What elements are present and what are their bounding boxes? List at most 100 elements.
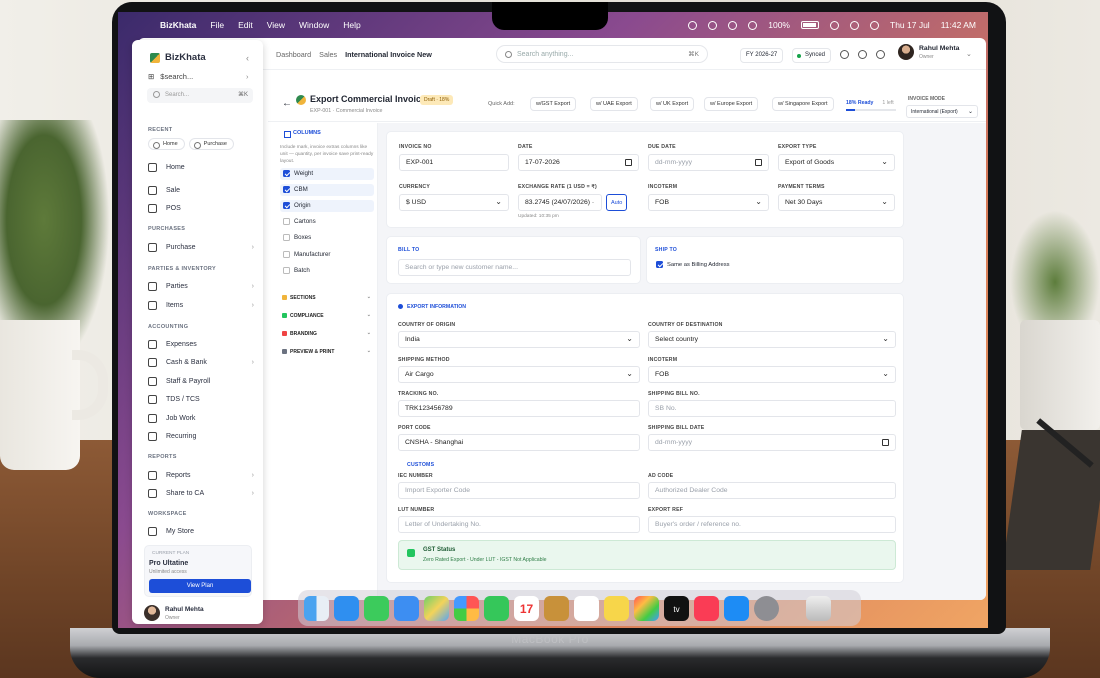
notes-icon[interactable]	[604, 595, 629, 621]
sidebar-item-items[interactable]: Items ›	[148, 298, 256, 312]
menu-app-name[interactable]: BizKhata	[160, 20, 196, 30]
column-option-cbm[interactable]: CBM	[280, 184, 374, 196]
shipping-bill-date-input[interactable]: dd-mm-yyyy	[648, 434, 896, 451]
back-arrow-icon[interactable]: ←	[282, 98, 292, 109]
checkbox[interactable]	[283, 251, 290, 258]
checkbox[interactable]	[656, 261, 663, 268]
calendar-icon[interactable]	[882, 439, 889, 446]
facetime-icon[interactable]	[484, 595, 509, 621]
quick-add-uae-export[interactable]: w/ UAE Export	[590, 97, 638, 111]
column-option-weight[interactable]: Weight	[280, 168, 374, 180]
checkbox[interactable]	[283, 170, 290, 177]
sidebar-item-purchase[interactable]: Purchase ›	[148, 240, 256, 254]
sidebar-item-my-store[interactable]: My Store	[148, 524, 256, 538]
trash-icon[interactable]	[806, 595, 831, 621]
sidebar-item-home[interactable]: Home	[148, 160, 256, 174]
clock-icon[interactable]	[728, 20, 738, 30]
global-search-input[interactable]: Search anything... ⌘K	[496, 45, 708, 63]
brightness-icon[interactable]	[688, 20, 698, 30]
control-center-icon[interactable]	[870, 20, 879, 30]
safari-icon[interactable]	[334, 595, 359, 621]
checkbox[interactable]	[283, 218, 290, 225]
quick-add-gst-export[interactable]: w/GST Export	[530, 97, 577, 111]
incoterm2-select[interactable]: FOB ⌄	[648, 366, 896, 383]
maps-icon[interactable]	[424, 595, 449, 621]
collapse-sidebar-icon[interactable]: ‹	[246, 53, 249, 63]
sidebar-item-expenses[interactable]: Expenses	[148, 337, 256, 351]
due-date-input[interactable]: dd-mm-yyyy	[648, 154, 769, 171]
checkbox[interactable]	[283, 186, 290, 193]
tracking-input[interactable]: TRK123456789	[398, 400, 640, 417]
section-preview-print[interactable]: PREVIEW & PRINT ⌄	[280, 346, 374, 358]
quick-add-singapore-export[interactable]: w/ Singapore Export	[772, 97, 834, 111]
quick-add-europe-export[interactable]: w/ Europe Export	[704, 97, 759, 111]
reminders-icon[interactable]	[574, 595, 599, 621]
help-icon[interactable]	[858, 50, 867, 59]
column-option-boxes[interactable]: Boxes	[280, 232, 374, 244]
menu-help[interactable]: Help	[343, 20, 360, 30]
settings-icon[interactable]	[876, 50, 885, 59]
export-type-select[interactable]: Export of Goods ⌄	[778, 154, 895, 171]
shipping-method-select[interactable]: Air Cargo ⌄	[398, 366, 640, 383]
section-sections[interactable]: SECTIONS ⌄	[280, 292, 374, 304]
music-icon[interactable]	[694, 595, 719, 621]
sidebar-item-cash-bank[interactable]: Cash & Bank ›	[148, 355, 256, 369]
section-branding[interactable]: BRANDING ⌄	[280, 328, 374, 340]
ad-code-input[interactable]: Authorized Dealer Code	[648, 482, 896, 499]
system-settings-icon[interactable]	[754, 595, 779, 621]
country-origin-select[interactable]: India ⌄	[398, 331, 640, 348]
sidebar-item-job-work[interactable]: Job Work	[148, 411, 256, 425]
photos-icon[interactable]	[454, 595, 479, 621]
crumb-dashboard[interactable]: Dashboard	[276, 50, 311, 59]
menubar-time[interactable]: 11:42 AM	[941, 20, 976, 30]
wifi-icon[interactable]	[830, 20, 839, 30]
calendar-icon[interactable]	[625, 159, 632, 166]
section-compliance[interactable]: COMPLIANCE ⌄	[280, 310, 374, 322]
iec-input[interactable]: Import Exporter Code	[398, 482, 640, 499]
fiscal-year-select[interactable]: FY 2026-27	[740, 48, 784, 63]
country-destination-select[interactable]: Select country ⌄	[648, 331, 896, 348]
auto-rate-button[interactable]: Auto	[606, 194, 628, 211]
column-option-cartons[interactable]: Cartons	[280, 216, 374, 228]
checkbox[interactable]	[283, 202, 290, 209]
same-as-billing-checkbox[interactable]: Same as Billing Address	[653, 259, 773, 271]
sidebar-user[interactable]: Rahul Mehta Owner	[144, 605, 254, 625]
sidebar-search-input[interactable]: Search... ⌘K	[147, 88, 253, 103]
invoice-no-input[interactable]: EXP-001	[399, 154, 509, 171]
calendar-icon[interactable]: 17	[514, 595, 539, 621]
invoice-mode-select[interactable]: International (Export) ⌄	[906, 105, 978, 118]
sidebar-item-reports[interactable]: Reports ›	[148, 468, 256, 482]
sidebar-item-staff-payroll[interactable]: Staff & Payroll	[148, 374, 256, 388]
sidebar-item-tds-tcs[interactable]: TDS / TCS	[148, 392, 256, 406]
notes-brown-icon[interactable]	[544, 595, 569, 621]
sync-status[interactable]: Synced	[792, 48, 832, 63]
crumb-sales[interactable]: Sales	[319, 50, 337, 59]
battery-icon[interactable]	[801, 21, 819, 29]
incoterm-select[interactable]: FOB ⌄	[648, 194, 769, 211]
sidebar-item-parties[interactable]: Parties ›	[148, 279, 256, 293]
column-option-origin[interactable]: Origin	[280, 200, 374, 212]
sidebar-item-recurring[interactable]: Recurring	[148, 429, 256, 443]
apple-tv-icon[interactable]: tv	[664, 595, 689, 621]
app-store-icon[interactable]	[724, 595, 749, 621]
checkbox[interactable]	[283, 234, 290, 241]
shipping-bill-input[interactable]: SB No.	[648, 400, 896, 417]
customer-search-input[interactable]: Search or type new customer name...	[398, 259, 631, 276]
port-code-input[interactable]: CNSHA - Shanghai	[398, 434, 640, 451]
quick-add-uk-export[interactable]: w/ UK Export	[650, 97, 695, 111]
column-option-batch[interactable]: Batch	[280, 265, 374, 277]
lut-input[interactable]: Letter of Undertaking No.	[398, 516, 640, 533]
freeform-icon[interactable]	[634, 595, 659, 621]
date-input[interactable]: 17-07-2026	[518, 154, 639, 171]
view-plan-button[interactable]: View Plan	[149, 579, 251, 593]
workspace-search[interactable]: ⊞ $search... ›	[148, 72, 249, 81]
play-icon[interactable]	[708, 20, 718, 30]
checkbox[interactable]	[283, 267, 290, 274]
column-option-manufacturer[interactable]: Manufacturer	[280, 249, 374, 261]
currency-select[interactable]: $ USD ⌄	[399, 194, 509, 211]
sidebar-item-pos[interactable]: POS	[148, 201, 256, 215]
menu-file[interactable]: File	[210, 20, 224, 30]
finder-icon[interactable]	[304, 595, 329, 621]
menubar-date[interactable]: Thu 17 Jul	[890, 20, 930, 30]
export-ref-input[interactable]: Buyer's order / reference no.	[648, 516, 896, 533]
